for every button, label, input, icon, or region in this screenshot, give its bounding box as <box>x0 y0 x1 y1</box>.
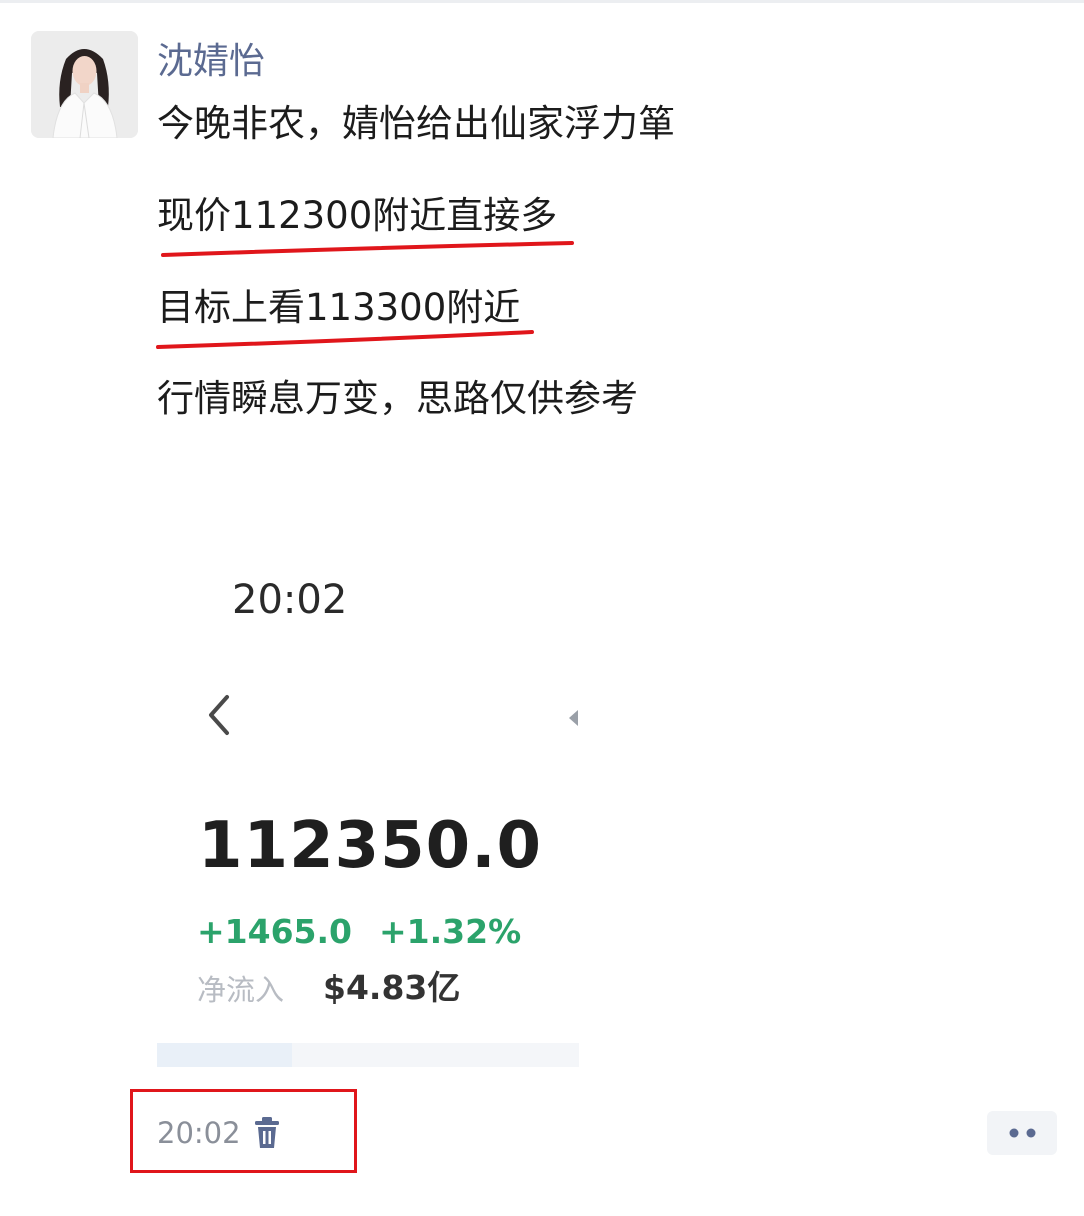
progress-bar <box>157 1043 579 1067</box>
price-value: 112350.0 <box>198 809 543 883</box>
post-text-line: 行情瞬息万变，思路仅供参考 <box>157 377 638 420</box>
net-flow-value: $4.83亿 <box>323 968 461 1007</box>
underline-1 <box>161 241 574 257</box>
post-text-line: 目标上看113300附近 <box>157 286 521 329</box>
more-dots-icon <box>1009 1128 1036 1138</box>
trash-icon[interactable] <box>252 1116 282 1150</box>
net-flow-label: 净流入 <box>197 973 285 1007</box>
more-button[interactable] <box>987 1111 1057 1155</box>
chevron-left-icon <box>209 695 229 735</box>
attached-screenshot[interactable]: 20:02 112350.0 +1465.0 +1.32% 净流入 $4.83亿 <box>157 548 579 1072</box>
post-text-line: 现价112300附近直接多 <box>157 194 558 237</box>
progress-bar-fill <box>157 1043 293 1067</box>
change-percent: +1.32% <box>379 912 522 951</box>
avatar[interactable] <box>31 31 138 138</box>
triangle-right-icon <box>569 710 578 726</box>
screenshot-time: 20:02 <box>232 577 348 623</box>
underline-2 <box>156 330 534 349</box>
author-name[interactable]: 沈婧怡 <box>157 36 265 88</box>
change-absolute: +1465.0 <box>197 912 352 951</box>
post-timestamp: 20:02 <box>157 1116 241 1150</box>
top-divider <box>0 0 1084 3</box>
post-text-line: 今晚非农，婧怡给出仙家浮力箪 <box>157 102 675 145</box>
